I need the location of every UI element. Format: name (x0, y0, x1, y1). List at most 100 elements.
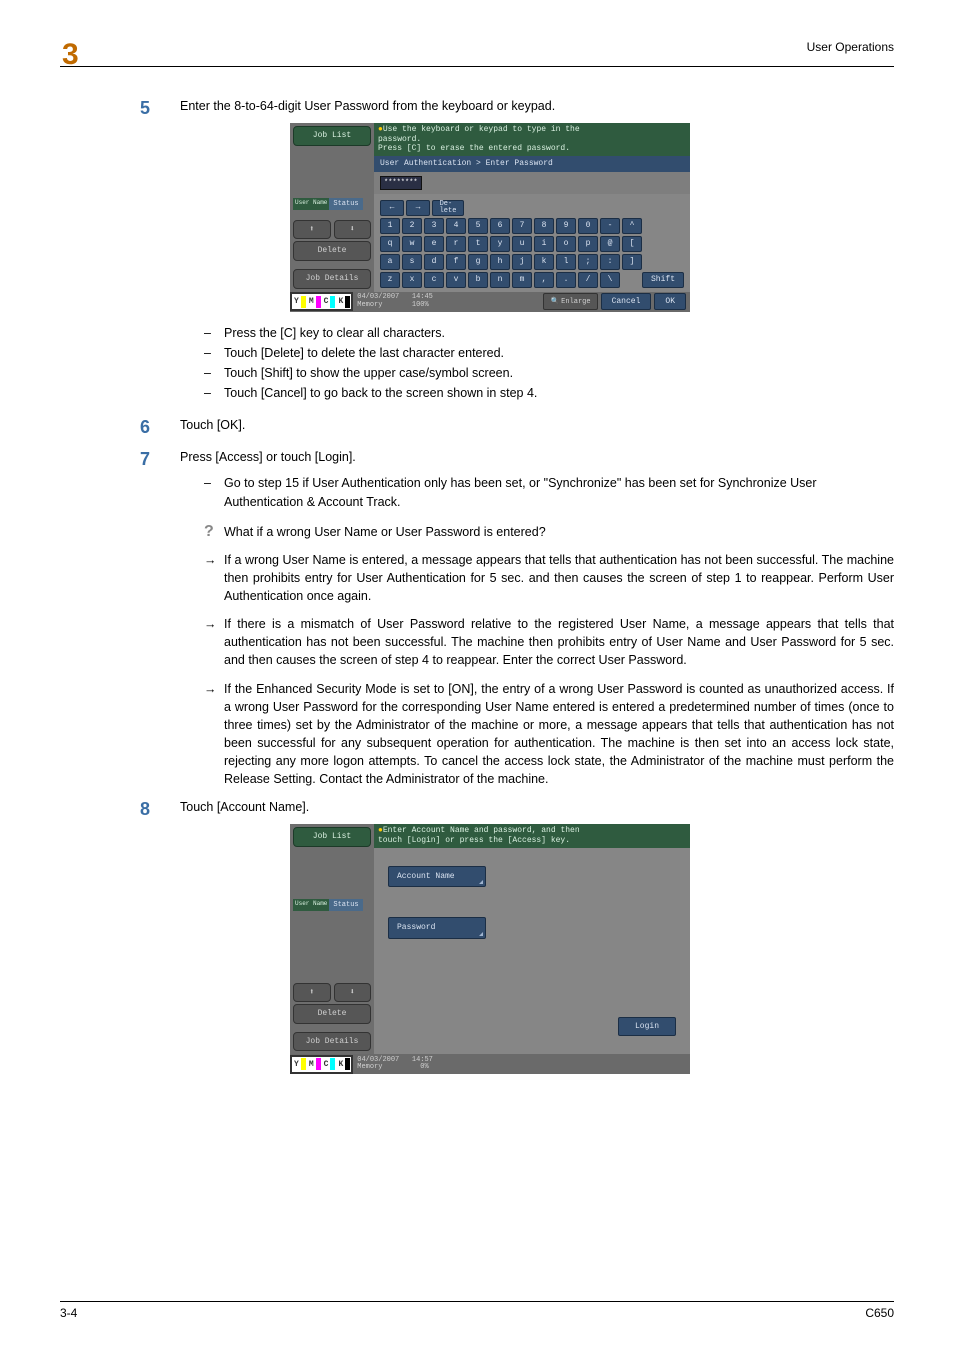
step-7-text: Press [Access] or touch [Login]. (180, 450, 356, 464)
password-input[interactable]: ******** (380, 176, 422, 190)
header-section: User Operations (60, 40, 894, 56)
step-8-number: 8 (140, 796, 150, 822)
kb-key[interactable]: \ (600, 272, 620, 288)
kb-key[interactable]: 8 (534, 218, 554, 234)
kb-key[interactable]: v (446, 272, 466, 288)
kb-key[interactable]: 7 (512, 218, 532, 234)
delete-button[interactable]: Delete (293, 241, 371, 261)
kb-key[interactable]: u (512, 236, 532, 252)
kb-key[interactable]: s (402, 254, 422, 270)
arrow-up-icon[interactable]: ⬆ (293, 983, 331, 1003)
step-8-text: Touch [Account Name]. (180, 800, 309, 814)
kb-key[interactable]: 3 (424, 218, 444, 234)
note-item: Touch [Cancel] to go back to the screen … (204, 384, 894, 402)
screenshot-enter-password: Job List User Name Status ⬆ ⬇ Delete Job… (290, 123, 690, 312)
kb-key[interactable]: 1 (380, 218, 400, 234)
kb-key[interactable]: g (468, 254, 488, 270)
kb-key[interactable]: p (578, 236, 598, 252)
arrow-right-icon: → (204, 615, 217, 633)
kb-key[interactable]: e (424, 236, 444, 252)
kb-key[interactable]: a (380, 254, 400, 270)
toner-levels: Y M C K (290, 1055, 353, 1075)
step-5-number: 5 (140, 95, 150, 121)
kb-key[interactable]: : (600, 254, 620, 270)
kb-key[interactable]: 4 (446, 218, 466, 234)
kb-key[interactable]: z (380, 272, 400, 288)
step-6-text: Touch [OK]. (180, 418, 245, 432)
shift-key[interactable]: Shift (642, 272, 684, 288)
arrow-up-icon[interactable]: ⬆ (293, 220, 331, 240)
arrow-down-icon[interactable]: ⬇ (334, 220, 372, 240)
datetime-display: 04/03/2007 14:57 Memory 0% (353, 1057, 433, 1072)
kb-key[interactable]: h (490, 254, 510, 270)
kb-key[interactable]: ^ (622, 218, 642, 234)
kb-key[interactable]: x (402, 272, 422, 288)
ok-button[interactable]: OK (654, 293, 686, 311)
step-5-text: Enter the 8-to-64-digit User Password fr… (180, 99, 555, 113)
kb-key[interactable]: y (490, 236, 510, 252)
job-list-button[interactable]: Job List (293, 827, 371, 847)
kb-key[interactable]: 5 (468, 218, 488, 234)
status-tab[interactable]: Status (329, 899, 362, 911)
kb-key[interactable]: r (446, 236, 466, 252)
kb-key[interactable]: / (578, 272, 598, 288)
kb-key[interactable]: i (534, 236, 554, 252)
user-name-tab[interactable]: User Name (293, 198, 329, 210)
info-banner: ●Enter Account Name and password, and th… (374, 824, 690, 847)
kb-key[interactable]: 2 (402, 218, 422, 234)
account-name-button[interactable]: Account Name (388, 866, 486, 888)
kb-key[interactable]: q (380, 236, 400, 252)
kb-key[interactable]: d (424, 254, 444, 270)
kb-key[interactable]: o (556, 236, 576, 252)
kb-key[interactable]: m (512, 272, 532, 288)
user-name-tab[interactable]: User Name (293, 899, 329, 911)
breadcrumb: User Authentication > Enter Password (374, 156, 690, 172)
job-details-button[interactable]: Job Details (293, 1032, 371, 1052)
kb-key[interactable]: 9 (556, 218, 576, 234)
page-number: 3-4 (60, 1306, 77, 1320)
login-button[interactable]: Login (618, 1017, 676, 1037)
kb-key[interactable]: w (402, 236, 422, 252)
kb-key[interactable]: k (534, 254, 554, 270)
kb-key[interactable]: ; (578, 254, 598, 270)
note-item: Touch [Shift] to show the upper case/sym… (204, 364, 894, 382)
enlarge-button[interactable]: 🔍Enlarge (543, 293, 597, 311)
toner-levels: Y M C K (290, 292, 353, 312)
step-7-question: What if a wrong User Name or User Passwo… (224, 525, 546, 539)
enlarge-icon: 🔍 (550, 297, 559, 307)
password-button[interactable]: Password (388, 917, 486, 939)
job-details-button[interactable]: Job Details (293, 269, 371, 289)
kb-key[interactable]: b (468, 272, 488, 288)
kb-key[interactable]: n (490, 272, 510, 288)
chapter-number: 3 (62, 38, 79, 72)
note-item: Touch [Delete] to delete the last charac… (204, 344, 894, 362)
kb-key[interactable]: 0 (578, 218, 598, 234)
cursor-left-button[interactable]: ← (380, 200, 404, 216)
info-banner: ●Use the keyboard or keypad to type in t… (374, 123, 690, 156)
note-item: Press the [C] key to clear all character… (204, 324, 894, 342)
delete-button[interactable]: Delete (293, 1004, 371, 1024)
job-list-button[interactable]: Job List (293, 126, 371, 146)
kb-key[interactable]: ] (622, 254, 642, 270)
kb-key[interactable]: , (534, 272, 554, 288)
header-rule (60, 66, 894, 67)
kb-key[interactable]: [ (622, 236, 642, 252)
cursor-right-button[interactable]: → (406, 200, 430, 216)
kb-key[interactable]: t (468, 236, 488, 252)
kb-key[interactable]: j (512, 254, 532, 270)
kb-key[interactable]: - (600, 218, 620, 234)
kb-key[interactable]: . (556, 272, 576, 288)
kb-key[interactable]: f (446, 254, 466, 270)
cancel-button[interactable]: Cancel (601, 293, 652, 311)
kb-key[interactable]: 6 (490, 218, 510, 234)
step-5-notes: Press the [C] key to clear all character… (180, 324, 894, 403)
kb-key[interactable]: c (424, 272, 444, 288)
status-tab[interactable]: Status (329, 198, 362, 210)
arrow-down-icon[interactable]: ⬇ (334, 983, 372, 1003)
step-7-answer-1: If a wrong User Name is entered, a messa… (224, 551, 894, 605)
step-7-answer-3: If the Enhanced Security Mode is set to … (224, 680, 894, 789)
delete-key[interactable]: De- lete (432, 200, 464, 216)
datetime-display: 04/03/2007 14:45 Memory 100% (353, 294, 433, 309)
kb-key[interactable]: l (556, 254, 576, 270)
kb-key[interactable]: @ (600, 236, 620, 252)
